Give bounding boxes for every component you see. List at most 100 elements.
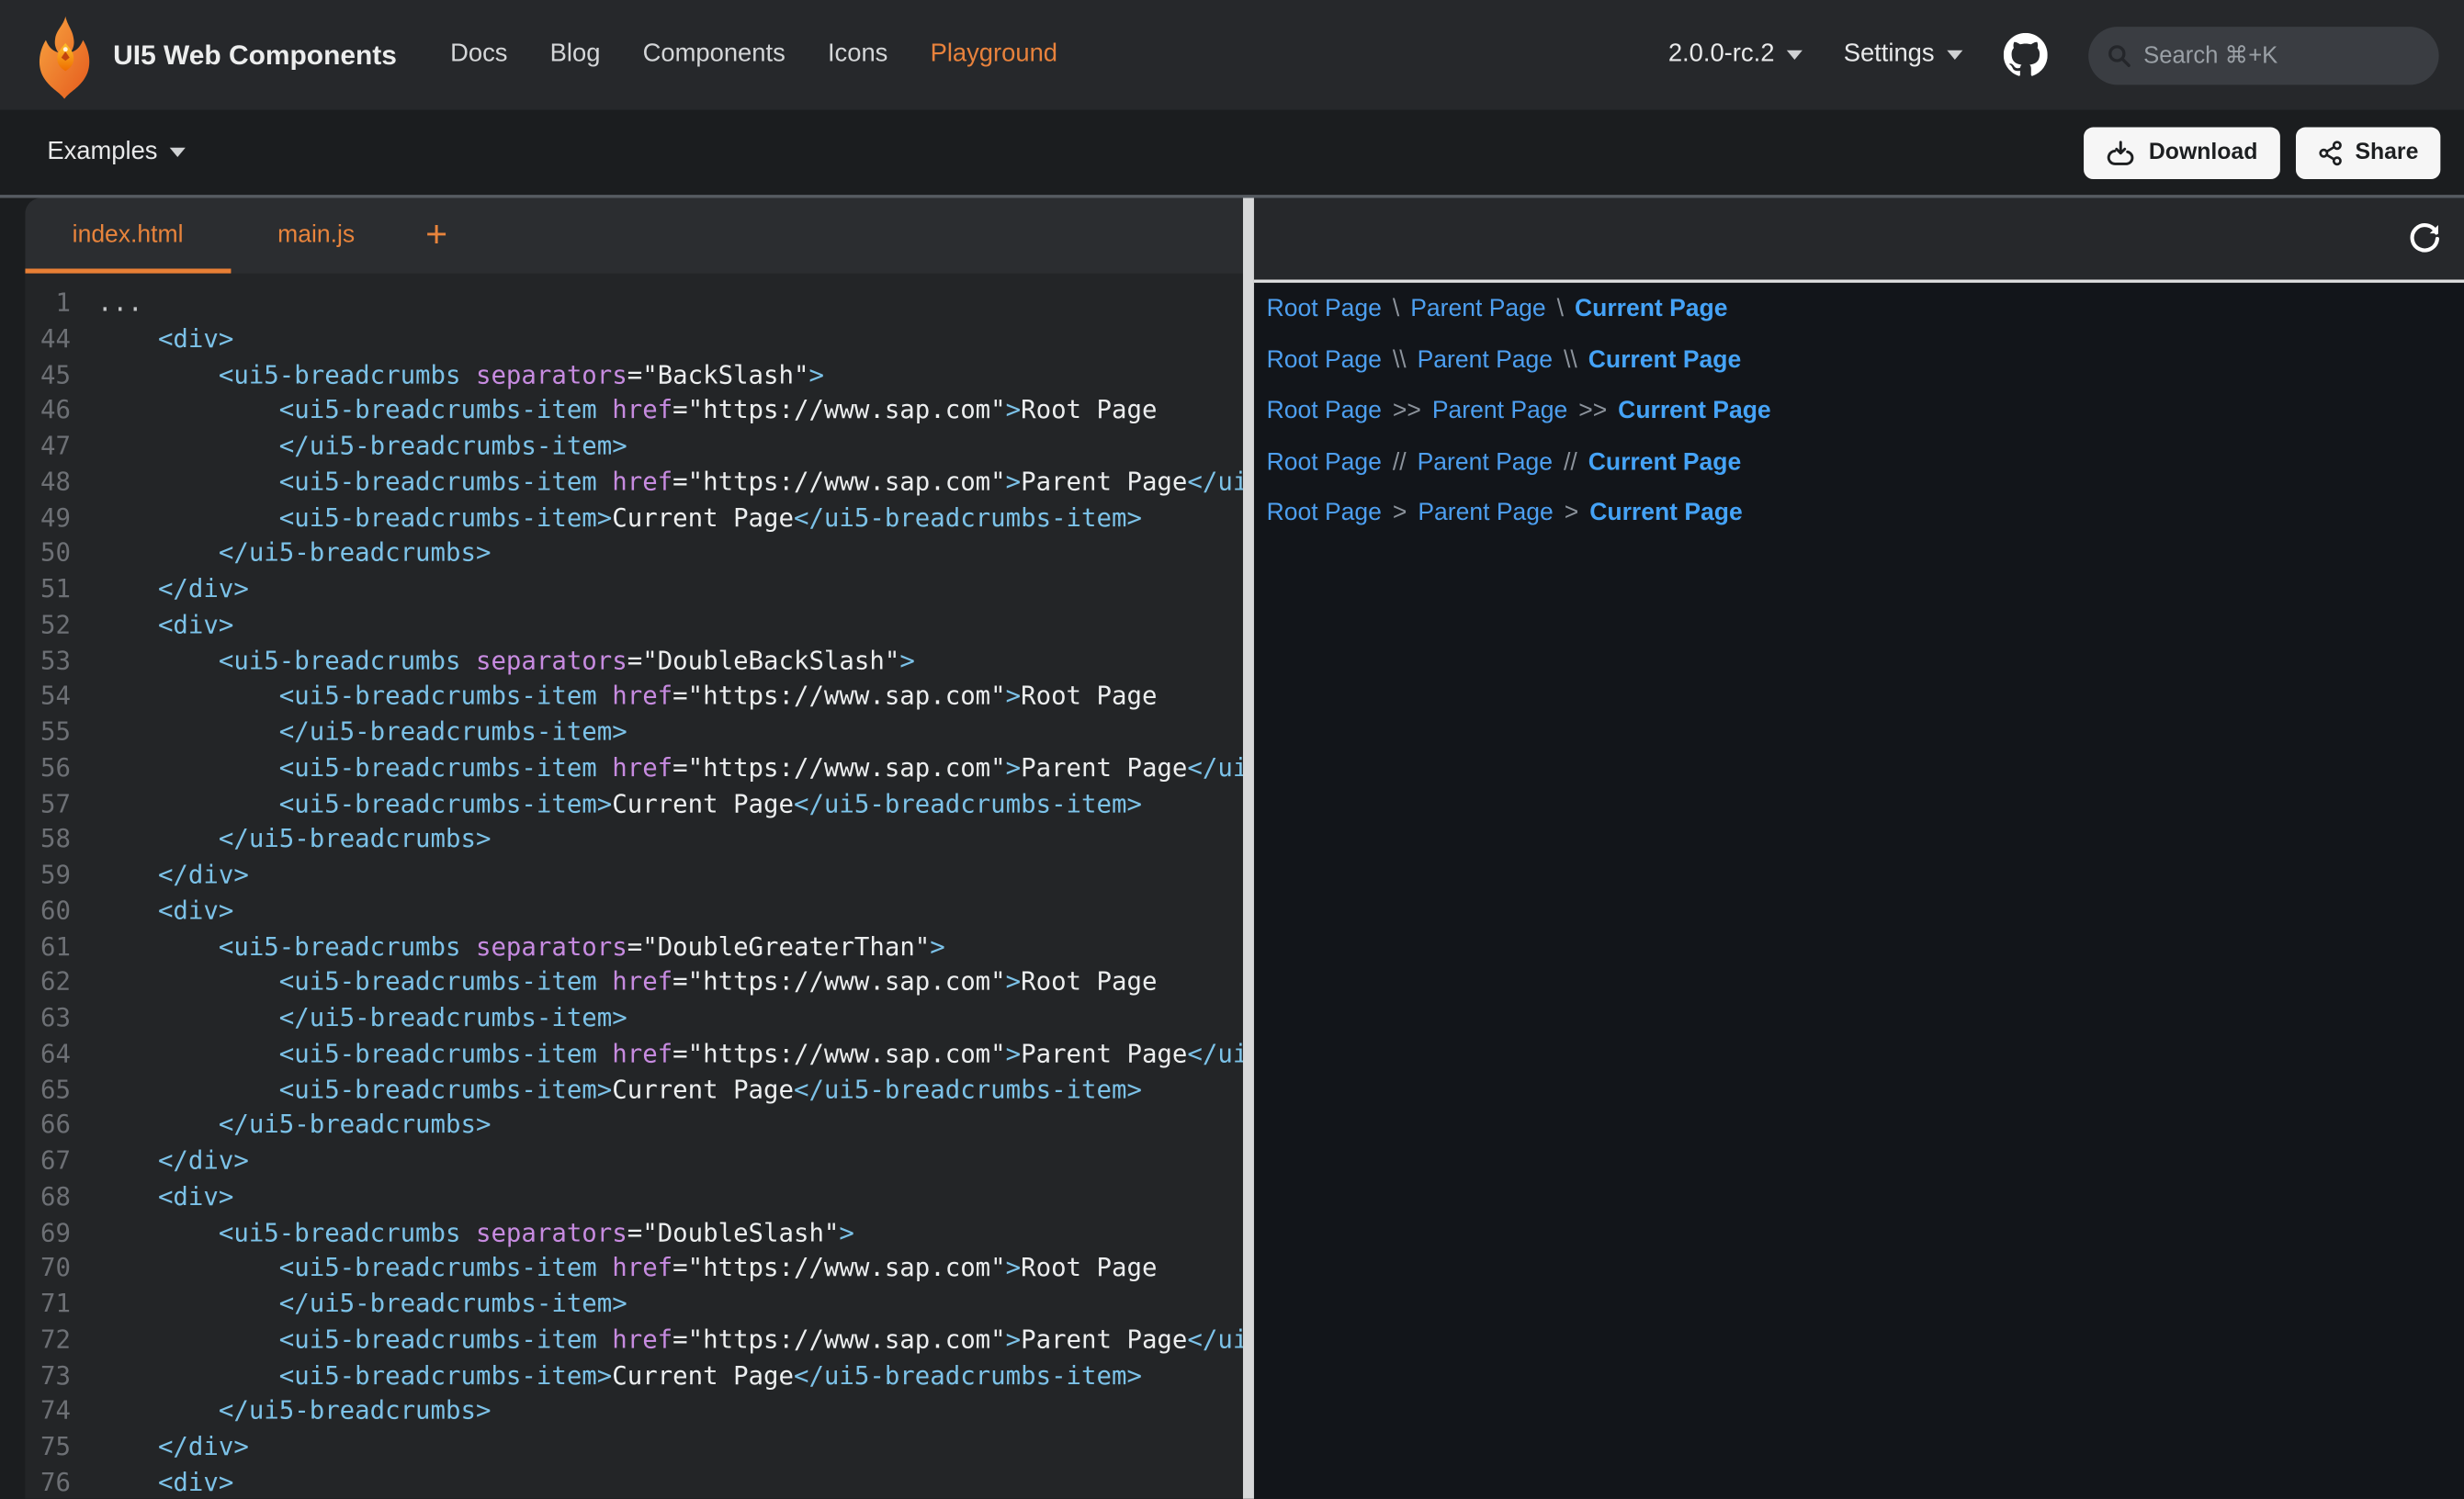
line-number: 71 — [25, 1287, 97, 1323]
line-number: 51 — [25, 572, 97, 608]
tab-main.js[interactable]: main.js — [231, 198, 402, 274]
line-content: </div> — [97, 1144, 249, 1179]
line-number: 60 — [25, 894, 97, 930]
line-content: <div> — [97, 894, 233, 930]
line-content: <ui5-breadcrumbs-item href="https://www.… — [97, 1323, 1243, 1358]
nav-item-docs[interactable]: Docs — [450, 40, 507, 69]
line-number: 72 — [25, 1323, 97, 1358]
add-file-button[interactable]: + — [401, 198, 470, 274]
editor-tabbar: index.htmlmain.js + — [25, 198, 1243, 274]
version-dropdown[interactable]: 2.0.0-rc.2 — [1668, 40, 1803, 69]
cloud-download-icon — [2107, 139, 2136, 165]
line-number: 74 — [25, 1394, 97, 1430]
breadcrumb-link[interactable]: Root Page — [1267, 445, 1382, 479]
chevron-down-icon — [1787, 51, 1803, 60]
breadcrumb-link[interactable]: Parent Page — [1410, 292, 1545, 325]
settings-dropdown[interactable]: Settings — [1844, 40, 1963, 69]
breadcrumb-separator: // — [1393, 445, 1407, 479]
main-nav: Docs Blog Components Icons Playground — [450, 40, 1057, 69]
code-line: 64 <ui5-breadcrumbs-item href="https://w… — [25, 1036, 1243, 1072]
code-line: 1... — [25, 286, 1243, 321]
breadcrumb-link[interactable]: Root Page — [1267, 394, 1382, 427]
code-line: 66 </ui5-breadcrumbs> — [25, 1108, 1243, 1144]
github-icon[interactable] — [2004, 33, 2048, 77]
code-line: 65 <ui5-breadcrumbs-item>Current Page</u… — [25, 1072, 1243, 1108]
breadcrumb-link[interactable]: Parent Page — [1418, 344, 1553, 377]
ui5-phoenix-logo-icon[interactable] — [31, 16, 97, 104]
line-content: </div> — [97, 572, 249, 608]
code-line: 74 </ui5-breadcrumbs> — [25, 1394, 1243, 1430]
code-line: 73 <ui5-breadcrumbs-item>Current Page</u… — [25, 1358, 1243, 1394]
line-number: 48 — [25, 465, 97, 501]
line-content: <ui5-breadcrumbs-item href="https://www.… — [97, 965, 1157, 1001]
breadcrumb-separator: // — [1564, 445, 1577, 479]
breadcrumb-link[interactable]: Root Page — [1267, 497, 1382, 530]
line-number: 62 — [25, 965, 97, 1001]
line-content: </ui5-breadcrumbs-item> — [97, 1287, 627, 1323]
code-line: 51 </div> — [25, 572, 1243, 608]
breadcrumb-link[interactable]: Parent Page — [1418, 497, 1553, 530]
nav-item-blog[interactable]: Blog — [550, 40, 601, 69]
line-number: 65 — [25, 1072, 97, 1108]
code-line: 68 <div> — [25, 1179, 1243, 1215]
code-line: 50 </ui5-breadcrumbs> — [25, 536, 1243, 572]
breadcrumb-current: Current Page — [1588, 344, 1742, 377]
chevron-down-icon — [170, 148, 186, 157]
code-line: 53 <ui5-breadcrumbs separators="DoubleBa… — [25, 643, 1243, 679]
line-number: 55 — [25, 715, 97, 750]
line-content: </div> — [97, 1430, 249, 1466]
nav-item-components[interactable]: Components — [643, 40, 786, 69]
line-number: 54 — [25, 679, 97, 715]
breadcrumb-separator: \\ — [1564, 344, 1577, 377]
playground-split: index.htmlmain.js + 1...44 <div>45 <ui5-… — [0, 195, 2464, 1499]
download-button[interactable]: Download — [2085, 127, 2280, 178]
line-content: <ui5-breadcrumbs separators="DoubleBackS… — [97, 643, 915, 679]
toolbar-actions: Download Share — [2085, 127, 2441, 178]
line-number: 46 — [25, 393, 97, 429]
line-number: 63 — [25, 1001, 97, 1037]
nav-item-icons[interactable]: Icons — [828, 40, 887, 69]
breadcrumb-link[interactable]: Root Page — [1267, 292, 1382, 325]
share-icon — [2317, 139, 2342, 165]
breadcrumb-link[interactable]: Root Page — [1267, 344, 1382, 377]
code-line: 45 <ui5-breadcrumbs separators="BackSlas… — [25, 357, 1243, 393]
preview-content: Root Page\Parent Page\Current PageRoot P… — [1254, 283, 2464, 1499]
refresh-icon[interactable] — [2407, 221, 2442, 256]
line-content: <div> — [97, 1465, 233, 1498]
examples-dropdown[interactable]: Examples — [47, 139, 186, 167]
line-content: <ui5-breadcrumbs separators="DoubleGreat… — [97, 930, 945, 965]
code-line: 76 <div> — [25, 1465, 1243, 1498]
line-number: 45 — [25, 357, 97, 393]
line-content: <ui5-breadcrumbs-item href="https://www.… — [97, 393, 1157, 429]
code-line: 67 </div> — [25, 1144, 1243, 1179]
code-line: 63 </ui5-breadcrumbs-item> — [25, 1001, 1243, 1037]
line-content: <ui5-breadcrumbs-item href="https://www.… — [97, 1036, 1243, 1072]
line-number: 69 — [25, 1215, 97, 1251]
nav-item-playground[interactable]: Playground — [931, 40, 1057, 69]
breadcrumb-link[interactable]: Parent Page — [1418, 445, 1553, 479]
code-line: 56 <ui5-breadcrumbs-item href="https://w… — [25, 750, 1243, 786]
line-number: 52 — [25, 608, 97, 644]
editor-tabs: index.htmlmain.js — [25, 198, 401, 274]
search-input[interactable] — [2143, 41, 2420, 68]
code-line: 47 </ui5-breadcrumbs-item> — [25, 429, 1243, 465]
line-content: <div> — [97, 608, 233, 644]
breadcrumb-link[interactable]: Parent Page — [1432, 394, 1567, 427]
download-label: Download — [2149, 140, 2258, 164]
code-line: 44 <div> — [25, 321, 1243, 357]
brand-title[interactable]: UI5 Web Components — [113, 39, 397, 72]
breadcrumb-separator: \\ — [1393, 344, 1407, 377]
split-resizer-handle[interactable] — [1243, 198, 1254, 1499]
line-number: 68 — [25, 1179, 97, 1215]
line-content: <ui5-breadcrumbs separators="BackSlash"> — [97, 357, 824, 393]
line-content: </ui5-breadcrumbs> — [97, 536, 491, 572]
breadcrumb-separator: \ — [1557, 292, 1564, 325]
code-line: 49 <ui5-breadcrumbs-item>Current Page</u… — [25, 501, 1243, 536]
tab-index.html[interactable]: index.html — [25, 198, 230, 274]
line-content: </ui5-breadcrumbs> — [97, 1394, 491, 1430]
line-content: </ui5-breadcrumbs-item> — [97, 1001, 627, 1037]
breadcrumb-separator: > — [1393, 497, 1407, 530]
code-line: 57 <ui5-breadcrumbs-item>Current Page</u… — [25, 786, 1243, 822]
share-button[interactable]: Share — [2295, 127, 2440, 178]
code-editor[interactable]: 1...44 <div>45 <ui5-breadcrumbs separato… — [25, 274, 1243, 1499]
